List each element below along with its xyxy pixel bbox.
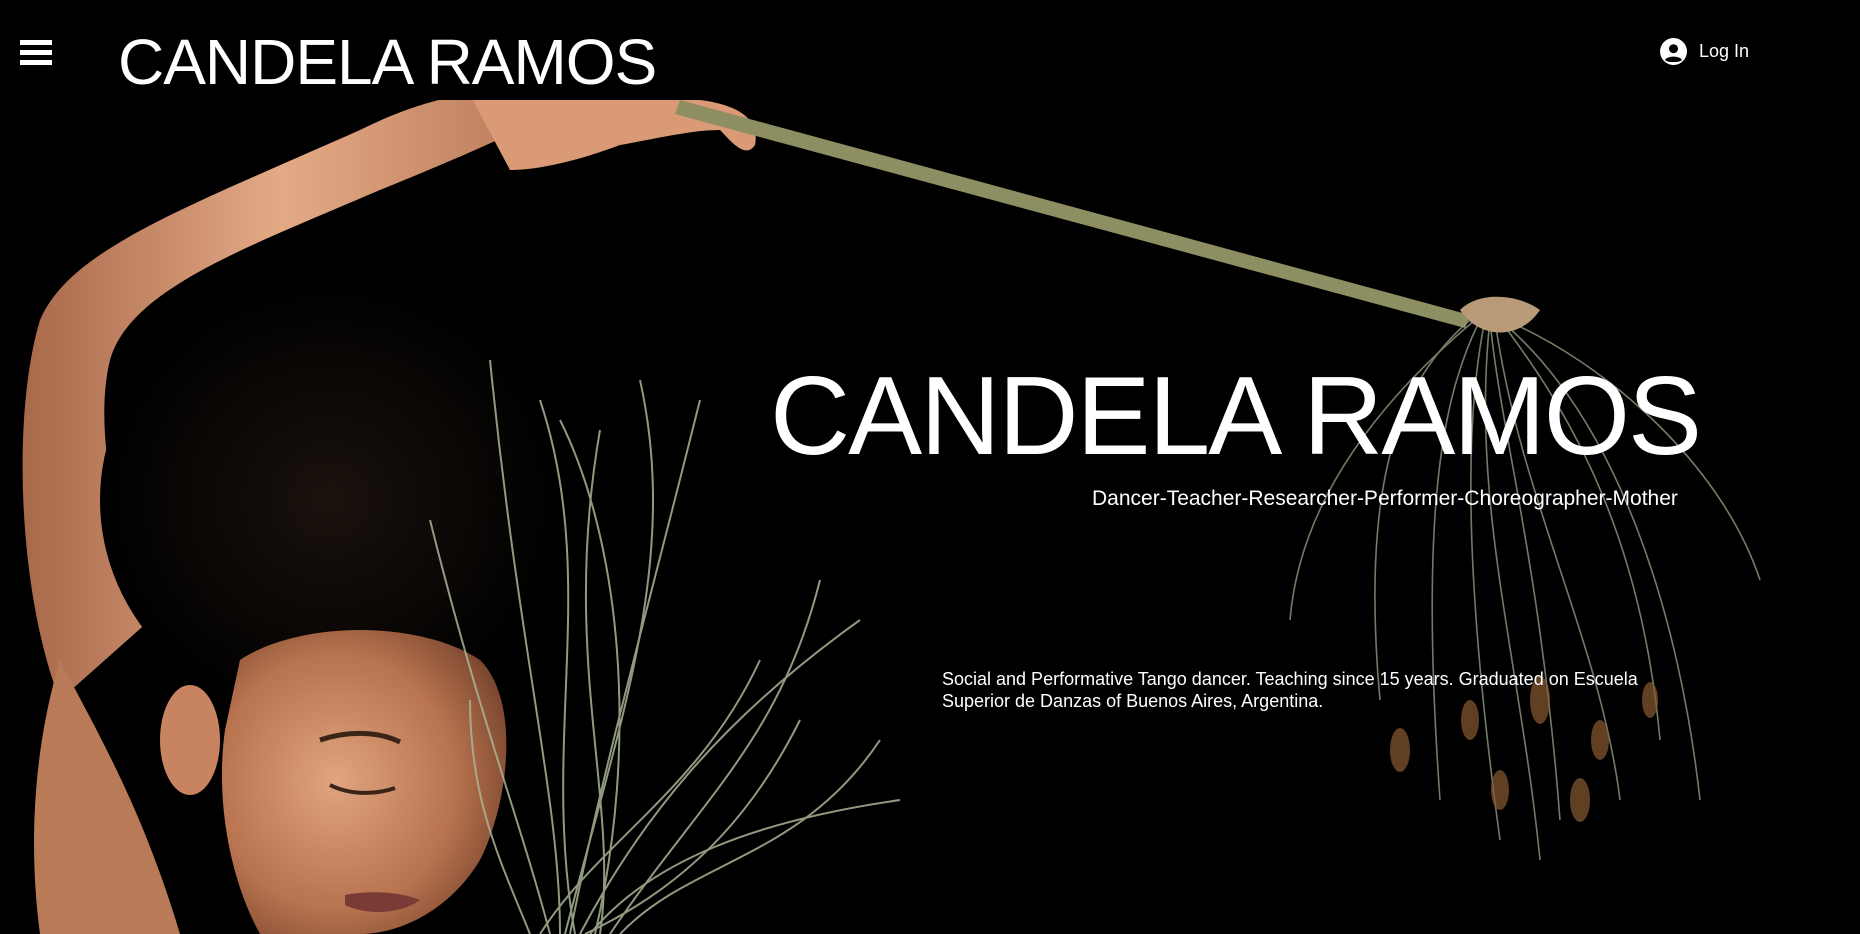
hamburger-menu-icon[interactable] bbox=[20, 40, 52, 70]
page: CANDELA RAMOS Log In CANDELA RAMOS Dance… bbox=[0, 0, 1860, 934]
hero-description: Social and Performative Tango dancer. Te… bbox=[942, 669, 1638, 711]
stalk-shape bbox=[675, 100, 1470, 328]
login-label: Log In bbox=[1699, 41, 1750, 61]
login-button[interactable]: Log In bbox=[1660, 36, 1749, 66]
hero-subtitle: Dancer-Teacher-Researcher-Performer-Chor… bbox=[1092, 487, 1678, 510]
site-title[interactable]: CANDELA RAMOS bbox=[118, 24, 657, 100]
user-circle-icon bbox=[1660, 37, 1687, 65]
hero-title: CANDELA RAMOS bbox=[770, 354, 1702, 478]
hero-photo bbox=[0, 100, 1860, 934]
site-header: CANDELA RAMOS Log In bbox=[0, 0, 1860, 100]
shoulder-shape bbox=[34, 660, 180, 934]
face-shape bbox=[221, 630, 507, 934]
ear-shape bbox=[160, 685, 220, 795]
seed-head-shape bbox=[1460, 296, 1540, 333]
